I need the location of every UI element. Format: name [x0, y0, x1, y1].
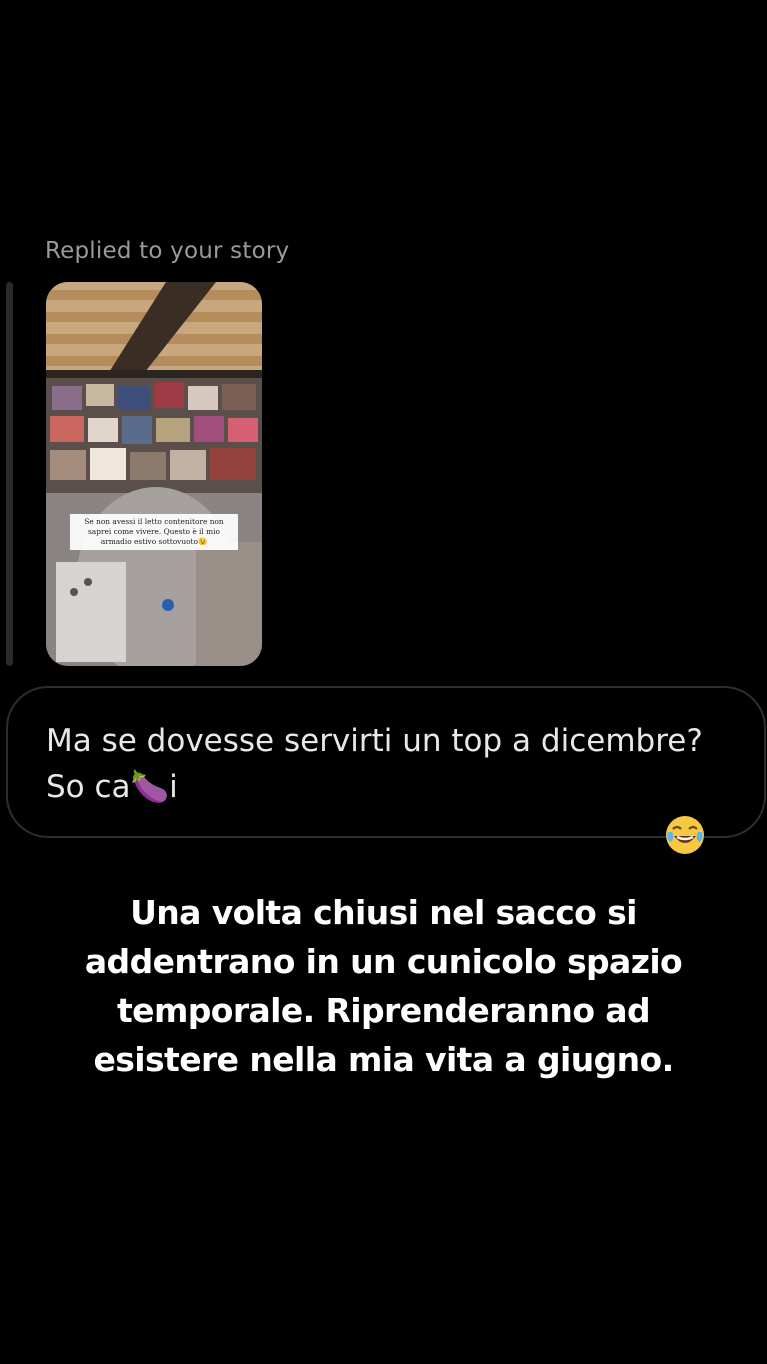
- laughing-emoji-reaction-icon[interactable]: [664, 814, 706, 856]
- reply-indicator-bar: [6, 282, 13, 666]
- story-thumbnail-image: [46, 282, 262, 666]
- replied-to-story-label: Replied to your story: [45, 238, 290, 264]
- story-screen: Replied to your story Se non avessi il l…: [0, 0, 767, 1364]
- story-thumbnail-caption: Se non avessi il letto contenitore non s…: [70, 514, 238, 550]
- story-thumbnail[interactable]: Se non avessi il letto contenitore non s…: [46, 282, 262, 666]
- message-bubble[interactable]: Ma se dovesse servirti un top a dicembre…: [6, 686, 766, 838]
- message-text: Ma se dovesse servirti un top a dicembre…: [46, 723, 703, 805]
- story-caption-text: Una volta chiusi nel sacco si addentrano…: [84, 893, 683, 1079]
